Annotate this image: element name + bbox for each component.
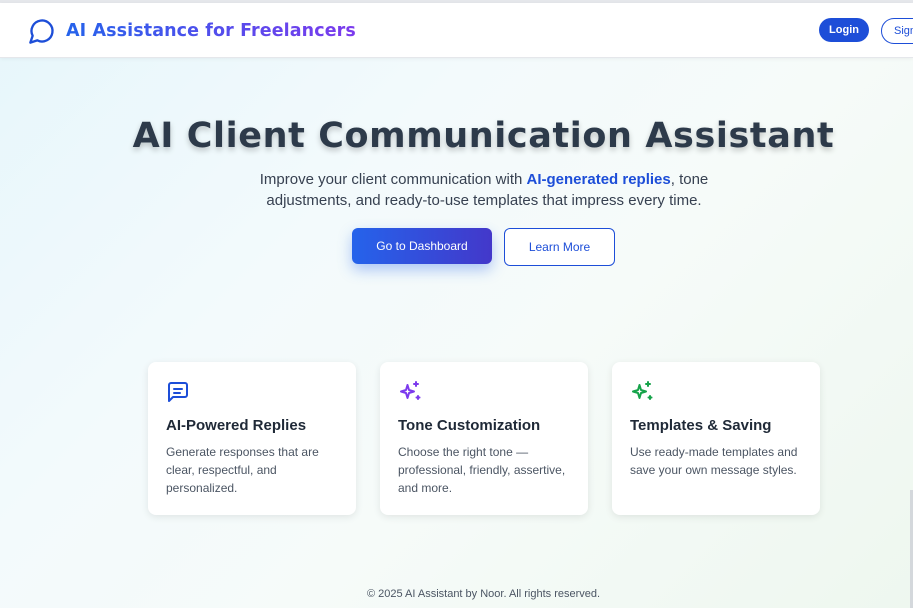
chat-bubble-icon [29,19,54,44]
footer-copyright: © 2025 AI Assistant by Noor. All rights … [366,588,601,600]
feature-card-ai-replies: AI-Powered Replies Generate responses th… [148,362,356,515]
feature-description: Generate responses that are clear, respe… [166,445,319,495]
brand[interactable]: AI Assistance for Freelancers [28,17,356,45]
message-square-icon [168,382,188,402]
hero-subtitle: Improve your client communication with A… [240,169,728,211]
feature-card-templates: Templates & Saving Use ready-made templa… [612,362,820,515]
app-title: AI Assistance for Freelancers [66,21,356,41]
sparkles-icon [632,381,653,400]
feature-title: Templates & Saving [630,417,772,434]
feature-description: Choose the right tone — professional, fr… [398,445,566,495]
signup-button[interactable]: Sign Up [881,18,913,44]
go-to-dashboard-button[interactable]: Go to Dashboard [352,228,492,264]
login-button[interactable]: Login [819,18,869,42]
feature-title: AI-Powered Replies [166,417,307,434]
subtitle-highlight: AI-generated replies [526,171,671,188]
learn-more-button[interactable]: Learn More [504,228,615,266]
sparkles-icon [400,381,421,400]
feature-title: Tone Customization [398,417,541,434]
navbar: AI Assistance for Freelancers Login Sign… [0,3,913,58]
hero-title: AI Client Communication Assistant [132,116,835,156]
subtitle-text-start: Improve your client communication with [259,171,527,188]
feature-description: Use ready-made templates and save your o… [630,445,798,477]
feature-card-tone: Tone Customization Choose the right tone… [380,362,588,515]
